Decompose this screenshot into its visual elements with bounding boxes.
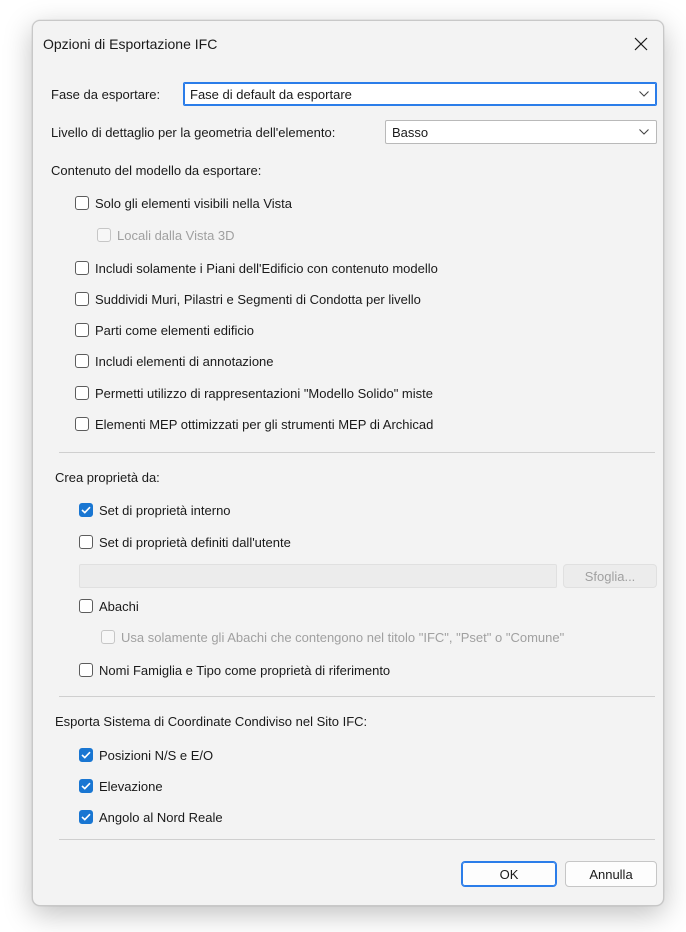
check-parts-as-elements[interactable]: Parti come elementi edificio [75,321,254,339]
check-label: Angolo al Nord Reale [99,809,223,825]
chevron-down-icon [632,83,656,105]
checkbox[interactable] [75,354,89,368]
phase-select[interactable]: Fase di default da esportare [183,82,657,106]
check-visible-elements[interactable]: Solo gli elementi visibili nella Vista [75,194,292,212]
checkmark-icon [81,751,91,759]
check-label: Parti come elementi edificio [95,322,254,338]
check-label: Includi elementi di annotazione [95,353,274,369]
divider [59,839,655,840]
checkmark-icon [81,782,91,790]
check-label: Set di proprietà interno [99,502,231,518]
checkbox[interactable] [75,292,89,306]
browse-button: Sfoglia... [563,564,657,588]
coordinates-heading: Esporta Sistema di Coordinate Condiviso … [55,714,368,729]
checkbox[interactable] [79,599,93,613]
title-bar: Opzioni di Esportazione IFC [33,21,663,69]
check-label: Elementi MEP ottimizzati per gli strumen… [95,416,434,432]
checkbox[interactable] [79,663,93,677]
check-label: Posizioni N/S e E/O [99,747,214,763]
check-label: Abachi [99,598,139,614]
check-label: Solo gli elementi visibili nella Vista [95,195,293,211]
checkbox[interactable] [79,535,93,549]
dialog-title: Opzioni di Esportazione IFC [43,36,218,52]
check-true-north-angle[interactable]: Angolo al Nord Reale [79,808,223,826]
checkbox[interactable] [79,748,93,762]
check-label: Nomi Famiglia e Tipo come proprietà di r… [99,662,391,678]
divider [59,452,655,453]
check-label: Elevazione [99,778,163,794]
check-ns-ew-positions[interactable]: Posizioni N/S e E/O [79,746,213,764]
check-label: Permetti utilizzo di rappresentazioni "M… [95,385,433,401]
model-content-heading: Contenuto del modello da esportare: [51,163,262,178]
check-split-by-level[interactable]: Suddividi Muri, Pilastri e Segmenti di C… [75,290,421,308]
check-schedules[interactable]: Abachi [79,597,139,615]
detail-level-select-value: Basso [392,124,429,140]
check-building-stories[interactable]: Includi solamente i Piani dell'Edificio … [75,259,438,277]
check-rooms-from-3d-view: Locali dalla Vista 3D [97,226,235,244]
phase-label: Fase da esportare: [51,87,161,102]
ok-button-label: OK [499,866,519,882]
check-label: Includi solamente i Piani dell'Edificio … [95,260,438,276]
checkbox[interactable] [79,503,93,517]
ok-button[interactable]: OK [461,861,557,887]
property-file-path-input [79,564,557,588]
divider [59,696,655,697]
checkbox [97,228,111,242]
browse-button-label: Sfoglia... [584,568,636,584]
cancel-button-label: Annulla [589,866,633,882]
check-label: Set di proprietà definiti dall'utente [99,534,291,550]
close-button[interactable] [623,29,659,59]
check-elevation[interactable]: Elevazione [79,777,163,795]
detail-level-select[interactable]: Basso [385,120,657,144]
checkbox[interactable] [75,417,89,431]
properties-heading: Crea proprietà da: [55,470,160,485]
check-mixed-solid-model[interactable]: Permetti utilizzo di rappresentazioni "M… [75,384,433,402]
detail-level-label: Livello di dettaglio per la geometria de… [51,125,336,140]
checkbox[interactable] [79,779,93,793]
checkbox [101,630,115,644]
check-family-type-names[interactable]: Nomi Famiglia e Tipo come proprietà di r… [79,661,390,679]
close-icon [634,37,648,51]
checkmark-icon [81,506,91,514]
checkmark-icon [81,813,91,821]
checkbox[interactable] [79,810,93,824]
check-mep-archicad[interactable]: Elementi MEP ottimizzati per gli strumen… [75,415,433,433]
checkbox[interactable] [75,196,89,210]
ifc-export-options-dialog: Opzioni di Esportazione IFC Fase da espo… [32,20,664,906]
checkbox[interactable] [75,323,89,337]
check-label: Suddividi Muri, Pilastri e Segmenti di C… [95,291,421,307]
phase-select-value: Fase di default da esportare [190,86,352,102]
check-annotation-elements[interactable]: Includi elementi di annotazione [75,352,274,370]
check-label: Locali dalla Vista 3D [117,227,235,243]
check-user-defined-property-sets[interactable]: Set di proprietà definiti dall'utente [79,533,291,551]
cancel-button[interactable]: Annulla [565,861,657,887]
check-internal-property-set[interactable]: Set di proprietà interno [79,501,231,519]
check-schedules-filter: Usa solamente gli Abachi che contengono … [101,628,564,646]
check-label: Usa solamente gli Abachi che contengono … [121,629,565,645]
checkbox[interactable] [75,386,89,400]
checkbox[interactable] [75,261,89,275]
chevron-down-icon [632,121,656,143]
